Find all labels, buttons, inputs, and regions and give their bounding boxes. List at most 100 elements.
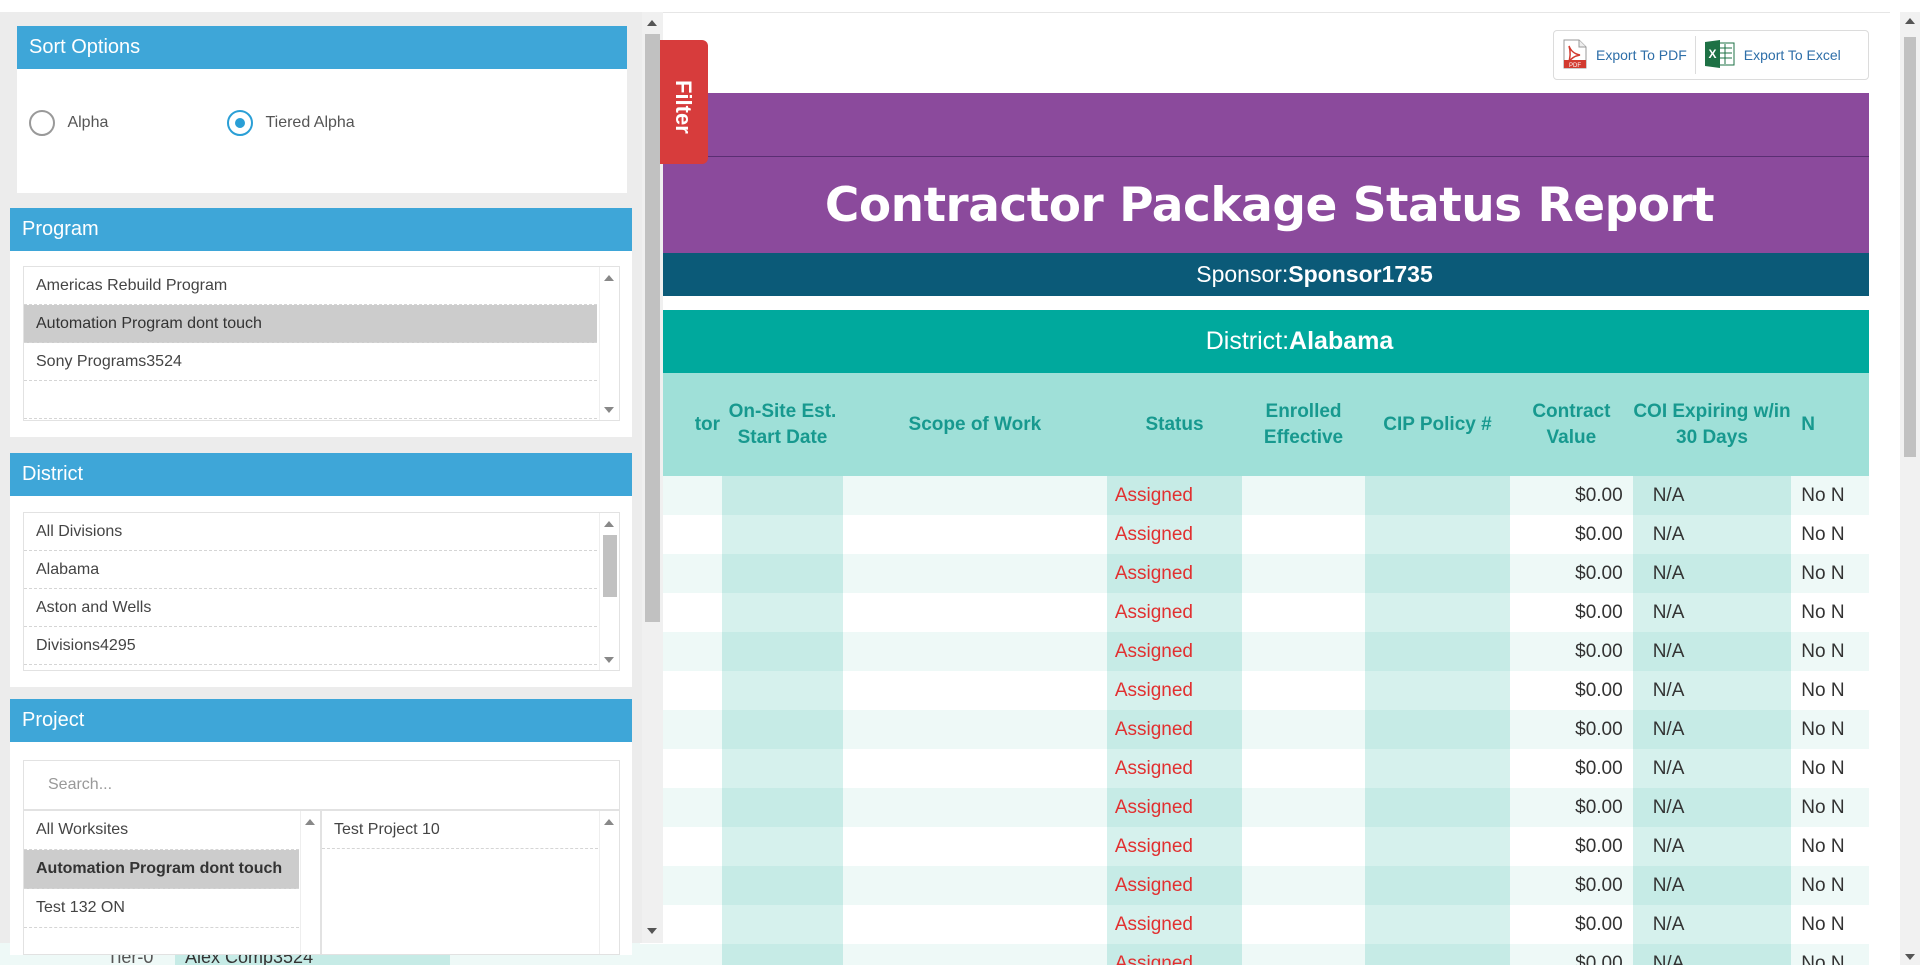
next-cell: No N xyxy=(1791,710,1869,749)
status-cell: Assigned xyxy=(1106,866,1243,905)
sort-options-title: Sort Options xyxy=(17,26,627,69)
contract-value-cell: $0.00 xyxy=(1510,710,1633,749)
enrolled-cell xyxy=(1242,671,1365,710)
project-right-listbox[interactable]: Test Project 10 xyxy=(321,810,620,955)
district-list-item[interactable]: All Divisions xyxy=(24,513,597,551)
cip-policy-cell xyxy=(1364,827,1511,866)
pdf-file-icon: PDF xyxy=(1562,39,1588,72)
sidebar-scroll-thumb[interactable] xyxy=(645,34,660,622)
scroll-down-icon[interactable] xyxy=(604,657,614,663)
scroll-up-icon[interactable] xyxy=(305,819,315,825)
project-list-item[interactable]: Test Project 10 xyxy=(322,811,598,849)
project-left-listbox[interactable]: All Worksites Automation Program dont tou… xyxy=(23,810,321,955)
scroll-down-icon[interactable] xyxy=(1905,954,1915,960)
report-title-band: Contractor Package Status Report xyxy=(640,157,1869,253)
start-date-cell xyxy=(722,866,843,905)
program-scrollbar[interactable] xyxy=(599,267,619,420)
table-header-row: tor On-Site Est. Start Date Scope of Wor… xyxy=(640,373,1869,476)
project-list-item[interactable]: All Worksites xyxy=(24,811,299,850)
district-label: District: xyxy=(1205,327,1290,355)
scroll-up-icon[interactable] xyxy=(604,521,614,527)
project-list-item[interactable]: Automation Program dont touch xyxy=(24,850,299,889)
excel-file-icon: X xyxy=(1704,39,1736,72)
export-excel-button[interactable]: X Export To Excel xyxy=(1696,31,1849,79)
district-scroll-thumb[interactable] xyxy=(603,535,617,597)
enrolled-cell xyxy=(1242,632,1365,671)
col-header-next[interactable]: N xyxy=(1791,373,1869,476)
status-cell: Assigned xyxy=(1106,710,1243,749)
status-cell: Assigned xyxy=(1106,632,1243,671)
page-scroll-thumb[interactable] xyxy=(1904,37,1916,457)
scroll-down-icon[interactable] xyxy=(604,407,614,413)
scope-cell xyxy=(842,671,1107,710)
scroll-up-icon[interactable] xyxy=(647,20,657,26)
coi-cell: N/A xyxy=(1632,515,1792,554)
col-header-status[interactable]: Status xyxy=(1106,373,1243,476)
scroll-up-icon[interactable] xyxy=(1905,18,1915,24)
project-left-list: All Worksites Automation Program dont tou… xyxy=(24,811,299,928)
district-list: All Divisions Alabama Aston and Wells Divis… xyxy=(24,513,597,665)
coi-cell: N/A xyxy=(1632,788,1792,827)
enrolled-cell xyxy=(1242,827,1365,866)
enrolled-cell xyxy=(1242,554,1365,593)
col-header-contract-value[interactable]: Contract Value xyxy=(1510,373,1633,476)
project-search-input[interactable] xyxy=(23,760,620,810)
project-list-item[interactable]: Test 132 ON xyxy=(24,889,299,928)
col-header-coi[interactable]: COI Expiring w/in 30 Days xyxy=(1632,373,1792,476)
cip-policy-cell xyxy=(1364,749,1511,788)
table-row: Assigned $0.00 N/A No N xyxy=(640,905,1869,944)
col-header-scope[interactable]: Scope of Work xyxy=(842,373,1107,476)
coi-cell: N/A xyxy=(1632,866,1792,905)
scope-cell xyxy=(842,944,1107,965)
scroll-down-icon[interactable] xyxy=(647,928,657,934)
tiered-alpha-radio[interactable] xyxy=(227,110,253,136)
table-row: Assigned $0.00 N/A No N xyxy=(640,476,1869,515)
district-scrollbar[interactable] xyxy=(599,513,619,670)
enrolled-cell xyxy=(1242,749,1365,788)
scope-cell xyxy=(842,593,1107,632)
cip-policy-cell xyxy=(1364,554,1511,593)
alpha-radio[interactable] xyxy=(29,110,55,136)
district-list-item[interactable]: Divisions4295 xyxy=(24,627,597,665)
project-left-scrollbar[interactable] xyxy=(300,811,320,954)
export-pdf-label: Export To PDF xyxy=(1596,47,1687,63)
cip-policy-cell xyxy=(1364,671,1511,710)
col-header-start-date[interactable]: On-Site Est. Start Date xyxy=(722,373,843,476)
report-title: Contractor Package Status Report xyxy=(824,177,1715,233)
district-panel: District All Divisions Alabama Aston and W… xyxy=(10,453,632,687)
sponsor-value: Sponsor1735 xyxy=(1288,261,1433,287)
next-cell: No N xyxy=(1791,515,1869,554)
district-list-item[interactable]: Aston and Wells xyxy=(24,589,597,627)
enrolled-cell xyxy=(1242,476,1365,515)
district-listbox[interactable]: All Divisions Alabama Aston and Wells Divis… xyxy=(23,512,620,671)
project-right-scrollbar[interactable] xyxy=(599,811,619,954)
col-header-cip-policy[interactable]: CIP Policy # xyxy=(1364,373,1511,476)
sort-alpha-option[interactable]: Alpha xyxy=(29,110,108,136)
program-list-item[interactable]: Automation Program dont touch xyxy=(24,305,597,343)
table-row: Assigned $0.00 N/A No N xyxy=(640,866,1869,905)
start-date-cell xyxy=(722,593,843,632)
col-header-enrolled[interactable]: Enrolled Effective xyxy=(1242,373,1365,476)
district-list-item[interactable]: Alabama xyxy=(24,551,597,589)
export-pdf-button[interactable]: PDF Export To PDF xyxy=(1554,31,1695,79)
program-list-item[interactable]: Sony Programs3524 xyxy=(24,343,597,381)
program-listbox[interactable]: Americas Rebuild Program Automation Progr… xyxy=(23,266,620,421)
filter-sidebar: Sort Options Alpha Tiered Alpha Program … xyxy=(0,12,663,955)
contract-value-cell: $0.00 xyxy=(1510,866,1633,905)
contract-value-cell: $0.00 xyxy=(1510,554,1633,593)
coi-cell: N/A xyxy=(1632,476,1792,515)
scroll-up-icon[interactable] xyxy=(604,819,614,825)
coi-cell: N/A xyxy=(1632,671,1792,710)
program-list-item[interactable]: Americas Rebuild Program xyxy=(24,267,597,305)
contract-value-cell: $0.00 xyxy=(1510,788,1633,827)
contractor-cell xyxy=(640,944,723,965)
filter-toggle-tab[interactable]: Filter xyxy=(660,40,708,164)
scope-cell xyxy=(842,749,1107,788)
next-cell: No N xyxy=(1791,905,1869,944)
page-scrollbar[interactable] xyxy=(1900,12,1920,965)
status-cell: Assigned xyxy=(1106,944,1243,965)
program-list-item[interactable] xyxy=(24,381,597,419)
start-date-cell xyxy=(722,749,843,788)
scroll-up-icon[interactable] xyxy=(604,275,614,281)
sort-tiered-alpha-option[interactable]: Tiered Alpha xyxy=(227,110,355,136)
